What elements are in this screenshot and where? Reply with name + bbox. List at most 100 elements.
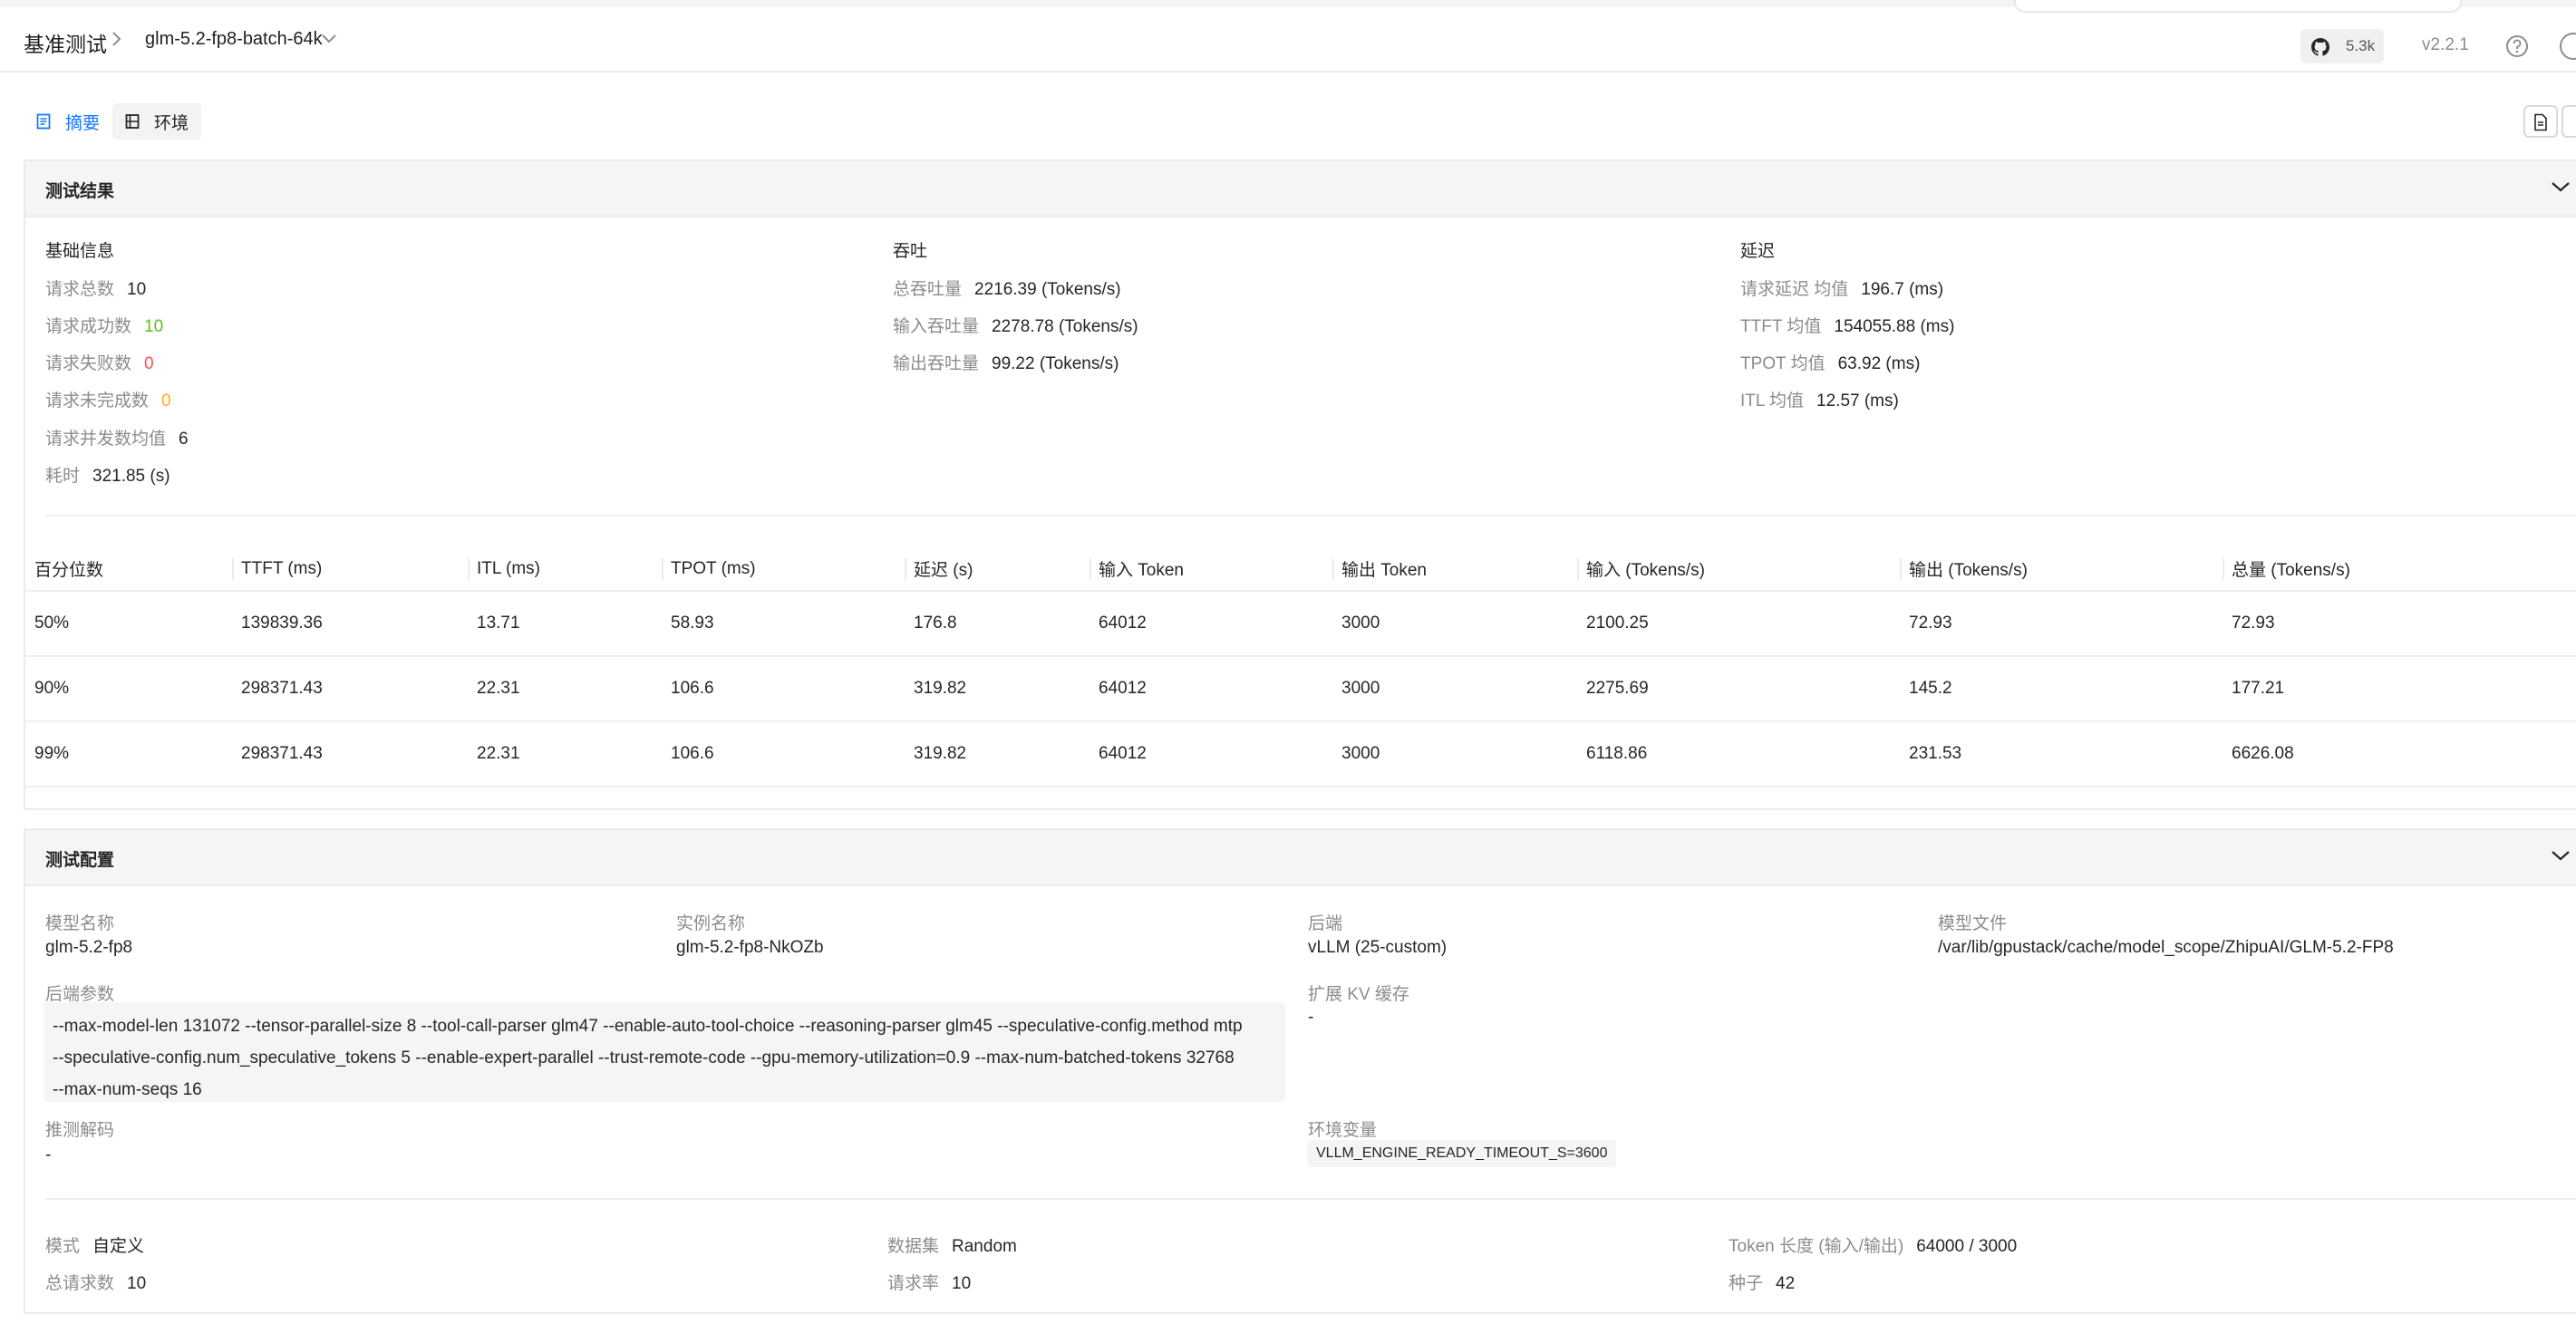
table-cell: 22.31 — [468, 656, 662, 722]
server-icon — [125, 113, 140, 130]
column-header: ITL (ms) — [468, 547, 662, 592]
table-cell: 319.82 — [905, 721, 1089, 787]
backend-args-line: --max-num-seqs 16 — [53, 1080, 202, 1099]
backend-value: vLLM (25-custom) — [1308, 938, 1448, 957]
stat-duration: 耗时 321.85 (s) — [45, 467, 170, 486]
stat-total-throughput: 总吞吐量 2216.39 (Tokens/s) — [893, 280, 1121, 299]
backend-args-line: --speculative-config.num_speculative_tok… — [53, 1048, 1235, 1068]
basic-info-title: 基础信息 — [45, 242, 115, 261]
table-cell: 177.21 — [2223, 656, 2576, 722]
spec-decode-value: - — [45, 1145, 52, 1164]
instance-name-value: glm-5.2-fp8-NkOZb — [676, 938, 824, 957]
table-cell: 298371.43 — [232, 656, 468, 722]
table-cell: 64012 — [1089, 656, 1332, 722]
github-star-count: 5.3k — [2346, 37, 2376, 54]
table-cell: 99% — [25, 721, 232, 787]
table-cell: 64012 — [1089, 721, 1332, 787]
results-card-header[interactable]: 测试结果 — [25, 161, 2576, 217]
table-cell: 72.93 — [1900, 591, 2223, 657]
table-cell: 139839.36 — [232, 591, 468, 657]
table-cell: 64012 — [1089, 591, 1332, 657]
table-cell: 50% — [25, 591, 232, 657]
instance-name-label: 实例名称 — [676, 914, 746, 933]
results-divider — [45, 515, 2576, 517]
tab-summary-label: 摘要 — [65, 113, 101, 133]
percentile-table: 百分位数 TTFT (ms) ITL (ms) TPOT (ms) 延迟 (s)… — [25, 547, 2576, 787]
table-cell: 13.71 — [468, 591, 662, 657]
stat-avg-concurrency: 请求并发数均值 6 — [45, 430, 189, 449]
table-cell: 22.31 — [468, 721, 662, 787]
env-vars-label: 环境变量 — [1308, 1121, 1378, 1140]
backend-args-label: 后端参数 — [45, 985, 115, 1004]
tab-summary[interactable]: 摘要 — [24, 103, 113, 140]
kv-cache-value: - — [1308, 1008, 1314, 1027]
table-cell: 3000 — [1332, 656, 1577, 722]
column-header: 延迟 (s) — [905, 547, 1089, 592]
column-header: 输入 (Tokens/s) — [1577, 547, 1900, 592]
results-title: 测试结果 — [45, 182, 115, 201]
backend-label: 后端 — [1308, 914, 1343, 933]
export-icon — [2534, 113, 2547, 131]
config-card-header[interactable]: 测试配置 — [25, 830, 2576, 886]
kv-cache-label: 扩展 KV 缓存 — [1308, 985, 1409, 1004]
chevron-down-icon[interactable] — [321, 33, 337, 50]
chevron-down-icon[interactable] — [2551, 179, 2571, 198]
config-title: 测试配置 — [45, 851, 115, 870]
table-header-row: 百分位数 TTFT (ms) ITL (ms) TPOT (ms) 延迟 (s)… — [25, 547, 2576, 592]
table-cell: 231.53 — [1900, 721, 2223, 787]
config-token-length: Token 长度 (输入/输出) 64000 / 3000 — [1729, 1237, 2018, 1256]
column-header: 百分位数 — [25, 547, 232, 592]
spec-decode-label: 推测解码 — [45, 1121, 115, 1140]
stat-avg-ttft: TTFT 均值 154055.88 (ms) — [1740, 317, 1955, 336]
github-stars-button[interactable]: 5.3k — [2300, 29, 2384, 63]
table-cell: 3000 — [1332, 591, 1577, 657]
breadcrumb-root[interactable]: 基准测试 — [24, 27, 107, 58]
stat-incomplete-requests: 请求未完成数 0 — [45, 391, 171, 411]
table-cell: 72.93 — [2223, 591, 2576, 657]
env-var-tag: VLLM_ENGINE_READY_TIMEOUT_S=3600 — [1307, 1140, 1617, 1167]
table-row: 99% 298371.43 22.31 106.6 319.82 64012 3… — [25, 721, 2576, 787]
export-pdf-button[interactable] — [2523, 105, 2558, 138]
table-cell: 6118.86 — [1577, 721, 1900, 787]
table-cell: 90% — [25, 656, 232, 722]
breadcrumb-separator-icon — [111, 29, 123, 54]
table-cell: 2100.25 — [1577, 591, 1900, 657]
stat-input-throughput: 输入吞吐量 2278.78 (Tokens/s) — [893, 317, 1138, 336]
config-mode: 模式 自定义 — [45, 1237, 145, 1256]
column-header: 总量 (Tokens/s) — [2223, 547, 2576, 592]
column-header: 输出 Token — [1332, 547, 1577, 592]
stat-total-requests: 请求总数 10 — [45, 280, 147, 299]
column-header: 输入 Token — [1089, 547, 1332, 592]
table-cell: 58.93 — [662, 591, 905, 657]
document-icon — [36, 113, 51, 130]
table-row: 90% 298371.43 22.31 106.6 319.82 64012 3… — [25, 656, 2576, 722]
tab-environment[interactable]: 环境 — [112, 103, 202, 140]
help-icon[interactable] — [2505, 34, 2529, 63]
user-avatar-icon[interactable] — [2560, 33, 2576, 60]
table-cell: 3000 — [1332, 721, 1577, 787]
breadcrumb-current[interactable]: glm-5.2-fp8-batch-64k — [145, 29, 323, 50]
table-cell: 298371.43 — [232, 721, 468, 787]
model-name-value: glm-5.2-fp8 — [45, 938, 133, 957]
table-row: 50% 139839.36 13.71 58.93 176.8 64012 30… — [25, 591, 2576, 657]
latency-title: 延迟 — [1740, 242, 1776, 261]
stat-avg-itl: ITL 均值 12.57 (ms) — [1740, 391, 1899, 411]
github-icon — [2311, 38, 2329, 56]
table-cell: 2275.69 — [1577, 656, 1900, 722]
config-dataset: 数据集 Random — [887, 1237, 1017, 1256]
tab-environment-label: 环境 — [154, 113, 189, 133]
table-cell: 319.82 — [905, 656, 1089, 722]
throughput-title: 吞吐 — [893, 242, 928, 261]
backend-args-box: --max-model-len 131072 --tensor-parallel… — [44, 1002, 1285, 1102]
model-name-label: 模型名称 — [45, 914, 115, 933]
column-header: TTFT (ms) — [232, 547, 468, 592]
view-tabs: 摘要 环境 — [24, 103, 202, 140]
column-header: TPOT (ms) — [662, 547, 905, 592]
chevron-down-icon[interactable] — [2551, 848, 2571, 867]
stat-output-throughput: 输出吞吐量 99.22 (Tokens/s) — [893, 354, 1119, 373]
page-header: 基准测试 glm-5.2-fp8-batch-64k 5.3k v2.2.1 — [0, 7, 2576, 72]
version-label: v2.2.1 — [2422, 35, 2469, 54]
config-request-rate: 请求率 10 — [887, 1274, 972, 1293]
more-options-button[interactable] — [2561, 105, 2576, 138]
stat-avg-tpot: TPOT 均值 63.92 (ms) — [1740, 354, 1921, 373]
